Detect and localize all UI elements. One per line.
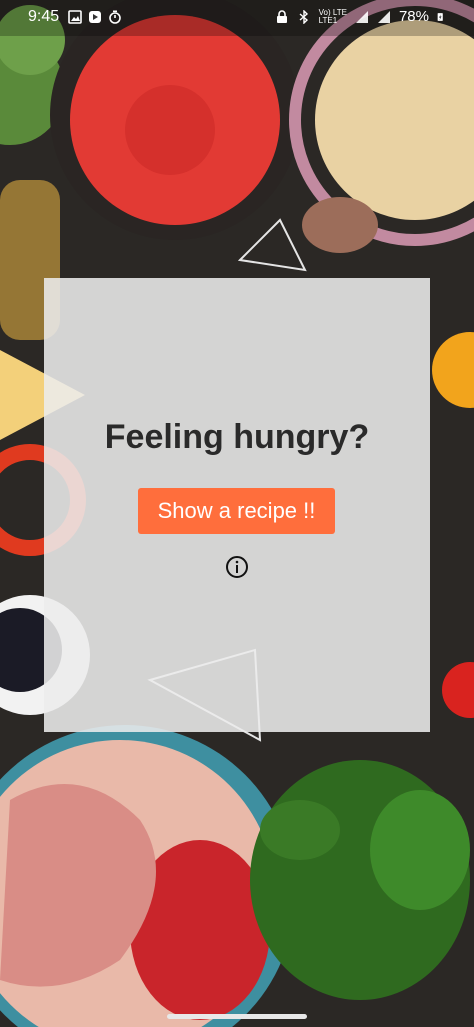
info-icon[interactable] — [225, 555, 249, 579]
signal-icon-2 — [377, 10, 390, 23]
lock-icon — [276, 9, 287, 23]
prompt-card: Feeling hungry? Show a recipe !! — [44, 278, 430, 732]
feeling-hungry-heading: Feeling hungry? — [104, 418, 370, 456]
battery-percent: 78% — [398, 8, 429, 25]
gallery-icon — [68, 10, 82, 24]
status-time: 9:45 — [28, 8, 60, 25]
status-bar: 9:45 Vo) LTE LTE1 78% — [0, 0, 474, 36]
system-icons: Vo) LTE LTE1 78% — [275, 8, 446, 25]
timer-icon — [109, 10, 121, 24]
network-type-label: Vo) LTE LTE1 — [318, 7, 347, 25]
notification-icons — [68, 10, 122, 24]
home-indicator[interactable] — [167, 1014, 307, 1019]
play-icon — [89, 11, 101, 23]
show-recipe-button[interactable]: Show a recipe !! — [138, 488, 335, 534]
signal-icon — [355, 10, 368, 23]
bluetooth-icon — [299, 9, 308, 24]
battery-icon — [437, 12, 443, 21]
